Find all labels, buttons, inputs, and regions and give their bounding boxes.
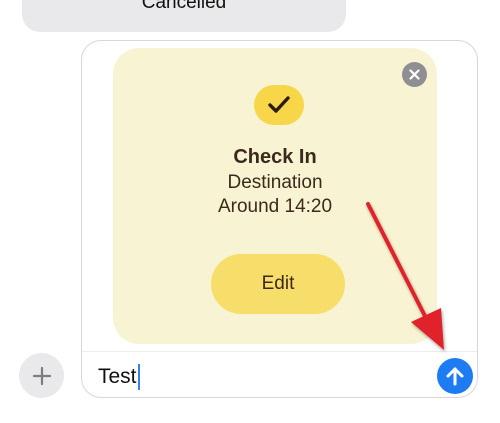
checkmark-icon [268,96,290,113]
send-button[interactable] [437,358,473,394]
remove-check-in-button[interactable] [402,62,427,87]
text-caret [137,364,140,390]
close-icon [409,69,420,80]
edit-check-in-button[interactable]: Edit [211,254,345,314]
message-composer: Check In Destination Around 14:20 Edit T… [81,40,478,398]
previous-message-text: Cancelled [141,0,227,13]
message-input[interactable]: Test [98,362,418,392]
check-in-destination: Destination [227,172,323,193]
check-in-card: Check In Destination Around 14:20 Edit [113,48,437,344]
composer-divider [82,351,477,352]
check-in-title: Check In [233,146,317,168]
previous-message-bubble: Cancelled [22,0,346,32]
check-in-badge [254,85,304,125]
plus-icon [32,366,51,385]
message-input-value: Test [98,365,137,388]
check-in-time: Around 14:20 [217,196,333,217]
add-attachment-button[interactable] [19,353,64,398]
arrow-up-icon [446,367,464,386]
